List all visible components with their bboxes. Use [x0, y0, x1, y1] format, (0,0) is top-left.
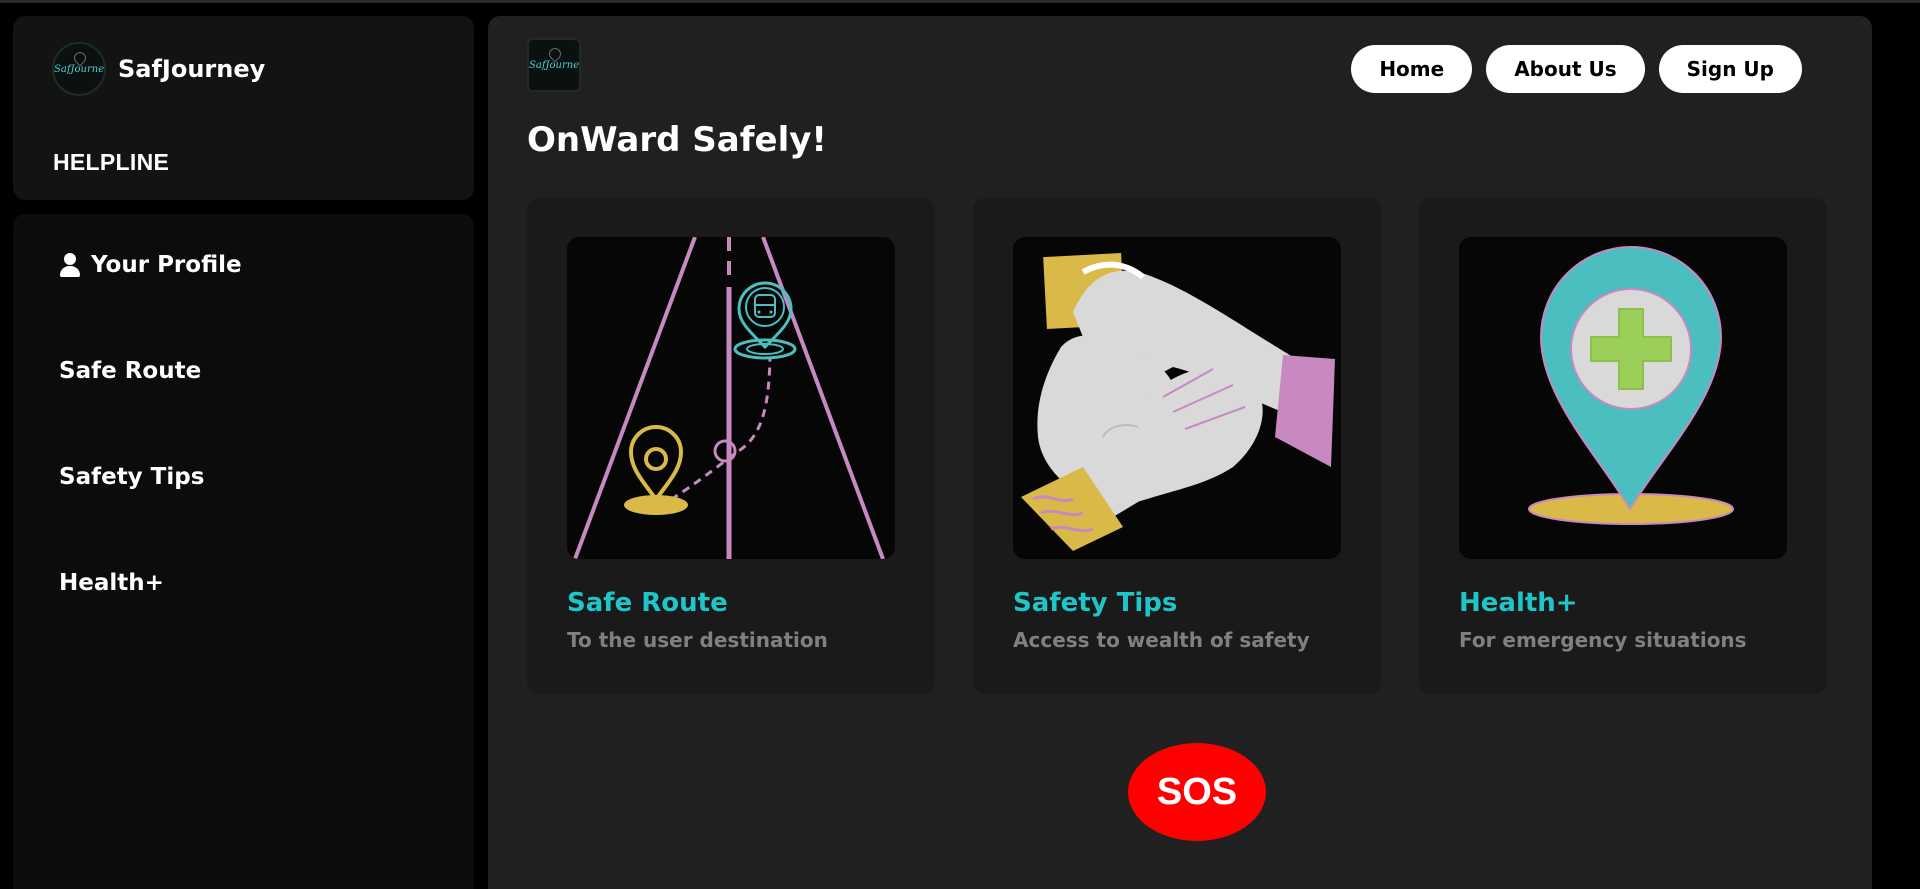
logo-text: SafJourney [54, 64, 106, 75]
home-button[interactable]: Home [1351, 45, 1473, 93]
sidebar-item-label: Safety Tips [59, 464, 205, 490]
stacked-hands-illustration [1013, 237, 1341, 559]
sidebar-item-your-profile[interactable]: Your Profile [59, 252, 242, 278]
sidebar-item-label: Safe Route [59, 358, 202, 384]
sidebar-item-label: Your Profile [91, 252, 242, 278]
sos-button[interactable]: SOS [1128, 743, 1266, 841]
card-health[interactable]: Health+ For emergency situations [1419, 198, 1827, 694]
card-subtitle: For emergency situations [1459, 628, 1747, 652]
brand-logo: SafJourney [52, 42, 106, 96]
road-route-illustration [567, 237, 895, 559]
sidebar-item-safety-tips[interactable]: Safety Tips [59, 464, 204, 490]
sidebar-nav: Your Profile Safe Route Safety Tips Heal… [13, 214, 474, 889]
card-safe-route[interactable]: Safe Route To the user destination [527, 198, 935, 694]
medical-pin-illustration [1459, 237, 1787, 559]
sidebar-header: SafJourney SafJourney HELPLINE [13, 16, 474, 200]
sidebar-item-safe-route[interactable]: Safe Route [59, 358, 201, 384]
header-logo[interactable]: SafJourney [527, 38, 581, 92]
brand-name: SafJourney [118, 55, 266, 83]
sidebar-item-label: Health+ [59, 570, 164, 596]
card-title: Safe Route [567, 588, 728, 618]
card-subtitle: To the user destination [567, 628, 828, 652]
card-title: Safety Tips [1013, 588, 1178, 618]
main-panel: SafJourney Home About Us Sign Up OnWard … [488, 16, 1872, 889]
top-nav: Home About Us Sign Up [1351, 45, 1802, 93]
logo-text: SafJourney [529, 60, 581, 71]
card-title: Health+ [1459, 588, 1578, 618]
sidebar-item-health[interactable]: Health+ [59, 570, 164, 596]
brand[interactable]: SafJourney SafJourney [52, 42, 265, 96]
card-safety-tips[interactable]: Safety Tips Access to wealth of safety [973, 198, 1381, 694]
card-subtitle: Access to wealth of safety [1013, 628, 1310, 652]
user-icon [59, 253, 81, 277]
header-logo-image: SafJourney [527, 38, 581, 92]
about-us-button[interactable]: About Us [1486, 45, 1645, 93]
helpline-button[interactable]: HELPLINE [53, 149, 169, 176]
page-title: OnWard Safely! [527, 120, 827, 160]
window-top-border [0, 0, 1920, 3]
sign-up-button[interactable]: Sign Up [1658, 45, 1802, 93]
